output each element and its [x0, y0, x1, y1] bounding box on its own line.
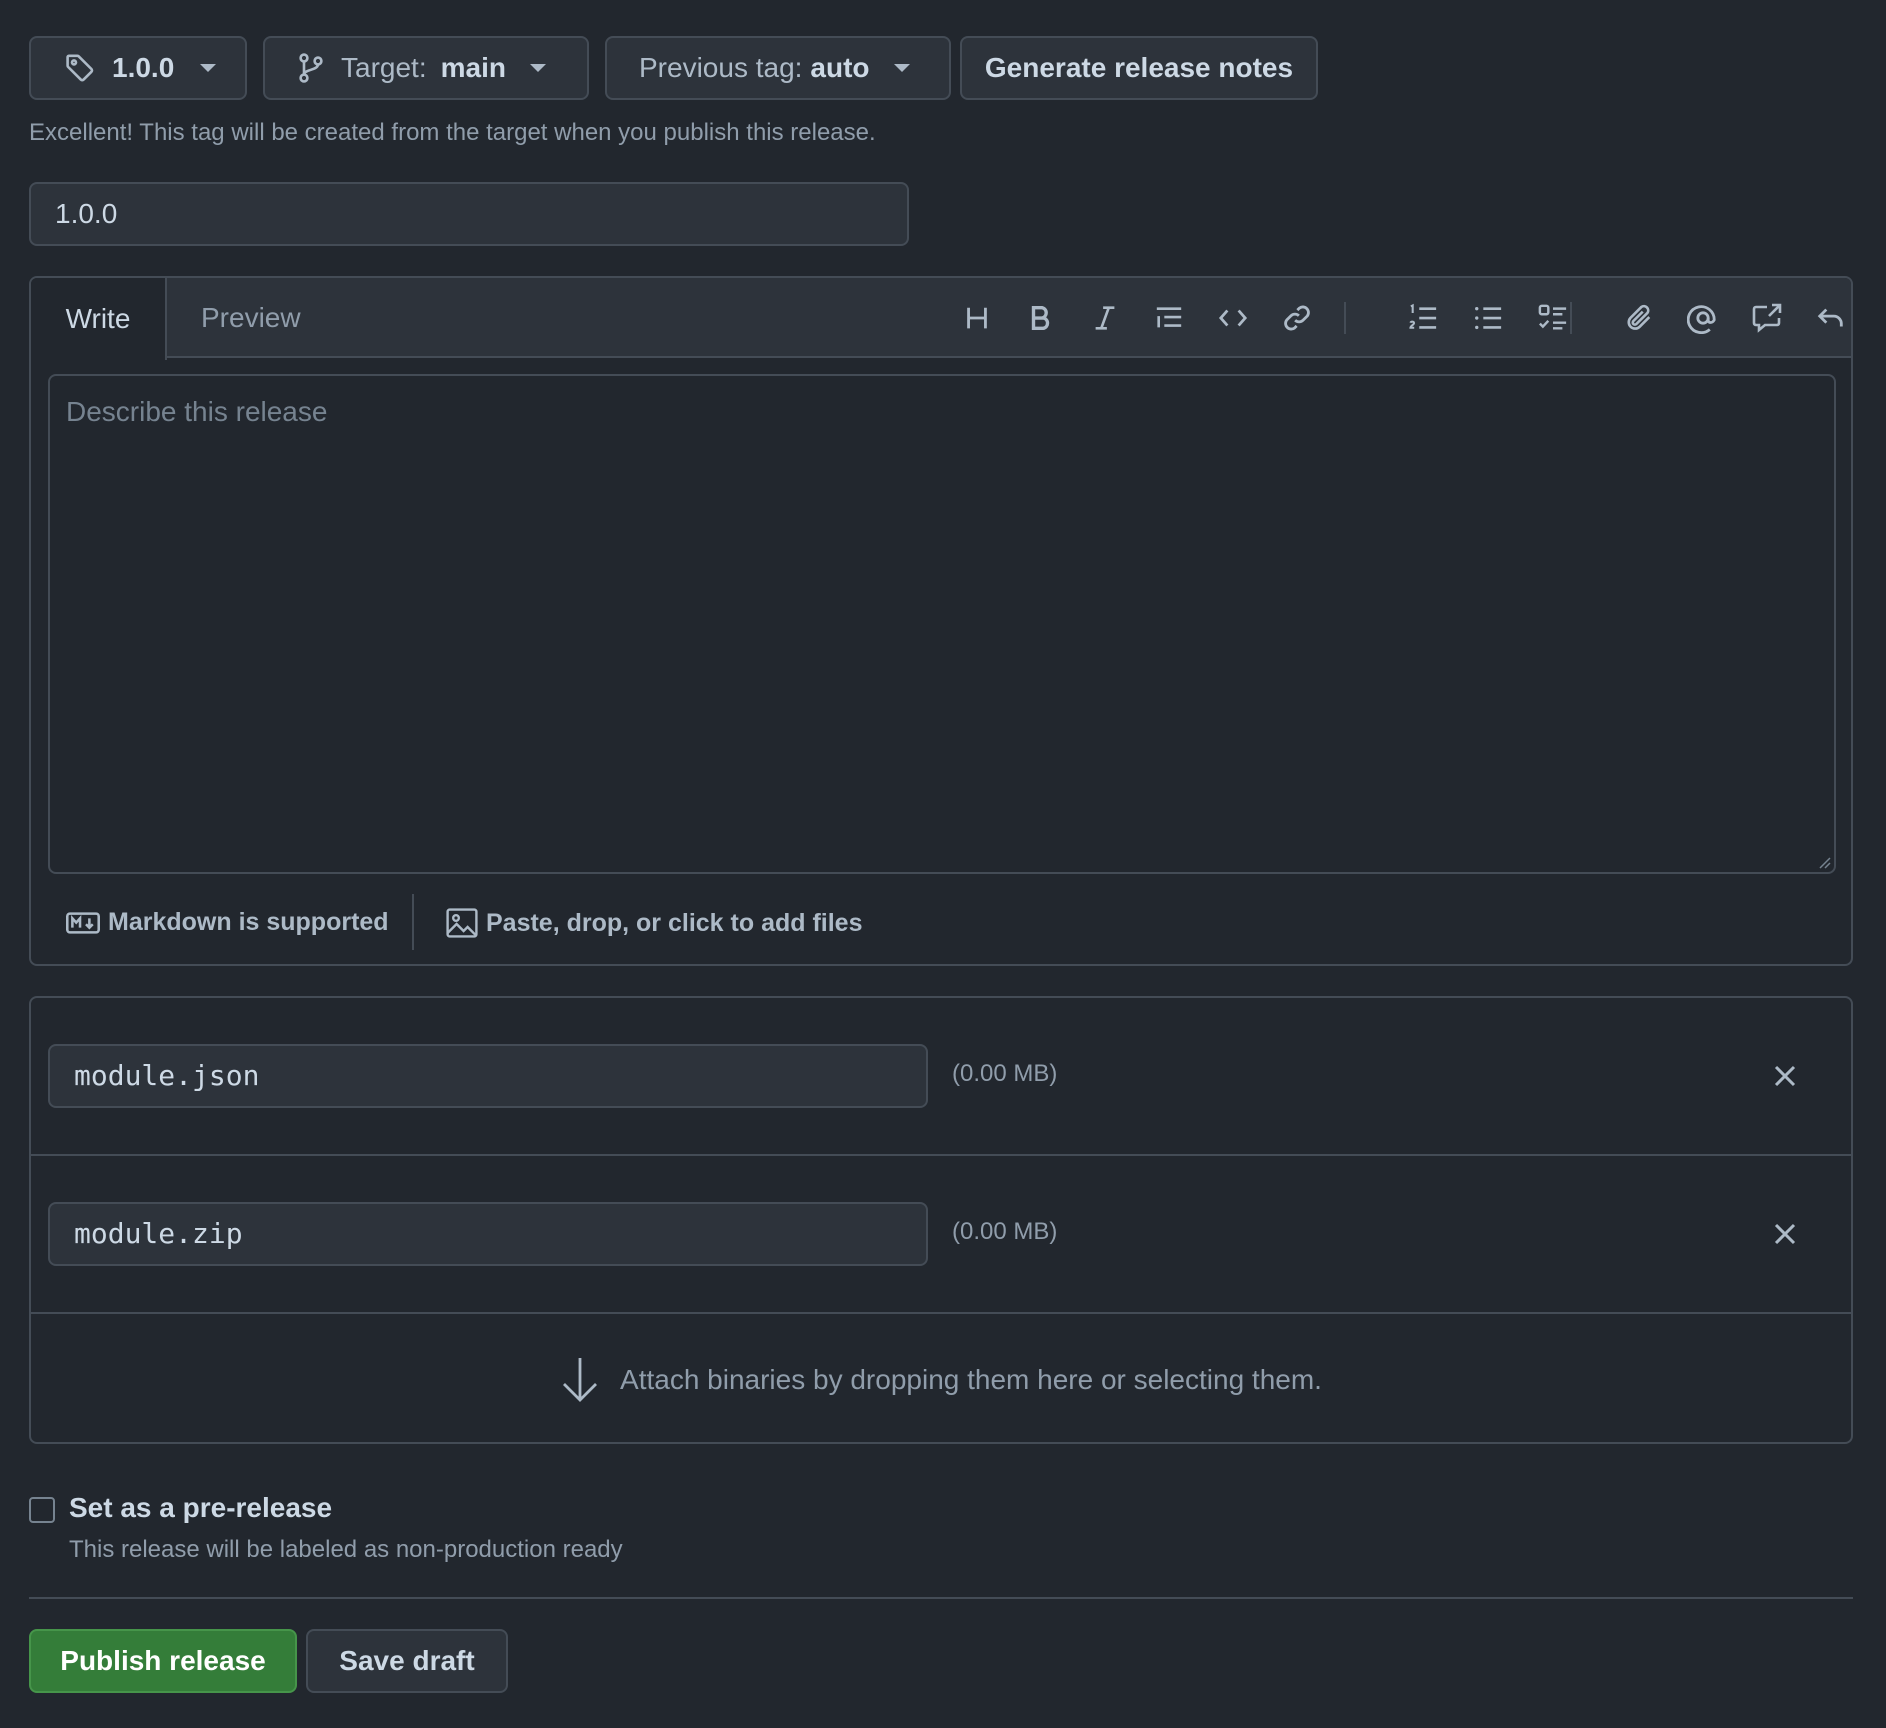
bold-icon[interactable]	[1021, 298, 1061, 338]
tab-preview[interactable]: Preview	[201, 278, 301, 358]
link-icon[interactable]	[1277, 298, 1317, 338]
release-notes-editor: Write Preview Describe this release Mark…	[29, 276, 1853, 966]
release-assets-panel: module.json (0.00 MB) module.zip (0.00 M…	[29, 996, 1853, 1444]
tag-icon	[64, 52, 96, 84]
image-icon	[446, 908, 478, 938]
asset-size: (0.00 MB)	[952, 1218, 1058, 1245]
arrow-down-icon	[560, 1356, 600, 1404]
previous-tag-value: auto	[810, 52, 870, 83]
tag-select-button[interactable]: 1.0.0	[29, 36, 247, 100]
footer-divider	[412, 894, 414, 950]
close-icon[interactable]	[1769, 1060, 1801, 1092]
close-icon[interactable]	[1769, 1218, 1801, 1250]
asset-name-input[interactable]: module.zip	[48, 1202, 928, 1266]
release-title-input[interactable]: 1.0.0	[29, 182, 909, 246]
target-select-button[interactable]: Target: main	[263, 36, 589, 100]
italic-icon[interactable]	[1085, 298, 1125, 338]
mention-icon[interactable]	[1683, 298, 1723, 338]
tab-preview-label: Preview	[201, 302, 301, 333]
tab-write[interactable]: Write	[31, 278, 167, 360]
undo-icon[interactable]	[1811, 298, 1851, 338]
chevron-down-icon	[200, 64, 217, 72]
markdown-icon	[66, 911, 100, 934]
tab-write-label: Write	[65, 303, 131, 334]
editor-header: Write Preview	[31, 278, 1851, 360]
prerelease-description: This release will be labeled as non-prod…	[69, 1536, 623, 1563]
previous-tag-select-button[interactable]: Previous tag: auto	[605, 36, 951, 100]
chevron-down-icon	[893, 64, 910, 72]
divider	[29, 1597, 1853, 1599]
release-description-textarea[interactable]: Describe this release	[48, 374, 1836, 874]
save-draft-label: Save draft	[339, 1645, 475, 1676]
task-list-icon[interactable]	[1533, 298, 1573, 338]
release-description-placeholder: Describe this release	[66, 396, 328, 427]
target-value: main	[440, 52, 506, 83]
add-files-label: Paste, drop, or click to add files	[486, 908, 863, 937]
reference-icon[interactable]	[1747, 298, 1787, 338]
asset-row: module.zip (0.00 MB)	[31, 1156, 1851, 1314]
tag-select-label: 1.0.0	[112, 52, 175, 83]
asset-size: (0.00 MB)	[952, 1060, 1058, 1087]
generate-release-notes-label: Generate release notes	[984, 52, 1294, 83]
publish-release-button[interactable]: Publish release	[29, 1629, 297, 1693]
tag-hint-text: Excellent! This tag will be created from…	[29, 119, 876, 146]
publish-release-label: Publish release	[60, 1645, 266, 1676]
git-branch-icon	[297, 52, 325, 84]
prerelease-checkbox[interactable]	[29, 1497, 55, 1523]
generate-release-notes-button[interactable]: Generate release notes	[960, 36, 1318, 100]
asset-row: module.json (0.00 MB)	[31, 998, 1851, 1156]
add-files-button[interactable]: Paste, drop, or click to add files	[446, 908, 863, 938]
previous-tag-prefix: Previous tag:	[639, 52, 803, 83]
markdown-supported-label: Markdown is supported	[108, 908, 389, 936]
markdown-supported-link[interactable]: Markdown is supported	[66, 908, 389, 937]
heading-icon[interactable]	[957, 298, 997, 338]
resize-handle-icon[interactable]	[1817, 855, 1831, 869]
unordered-list-icon[interactable]	[1468, 298, 1508, 338]
chevron-down-icon	[529, 64, 546, 72]
code-icon[interactable]	[1213, 298, 1253, 338]
asset-name-input[interactable]: module.json	[48, 1044, 928, 1108]
target-prefix: Target:	[341, 52, 427, 83]
toolbar-divider	[1570, 302, 1572, 334]
prerelease-label[interactable]: Set as a pre-release	[69, 1492, 332, 1524]
quote-icon[interactable]	[1149, 298, 1189, 338]
ordered-list-icon[interactable]	[1403, 298, 1443, 338]
attach-icon[interactable]	[1619, 298, 1659, 338]
dropzone-text: Attach binaries by dropping them here or…	[620, 1364, 1322, 1395]
toolbar-divider	[1344, 302, 1346, 334]
save-draft-button[interactable]: Save draft	[306, 1629, 508, 1693]
asset-dropzone[interactable]: Attach binaries by dropping them here or…	[31, 1316, 1851, 1444]
